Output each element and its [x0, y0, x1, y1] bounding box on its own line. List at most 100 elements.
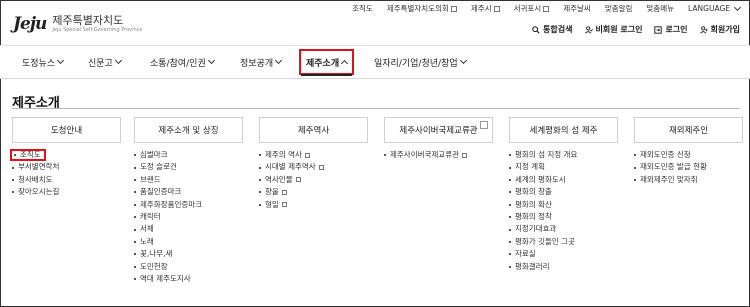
- submenu-link[interactable]: 제주의 역사: [259, 149, 368, 161]
- search-label: 통합검색: [543, 25, 573, 34]
- chevron-down-icon: [275, 56, 283, 65]
- top-link-label: 서귀포시: [513, 4, 542, 13]
- top-link[interactable]: 맞춤알림: [605, 3, 633, 14]
- submenu-link[interactable]: 지정기대효과: [509, 223, 618, 235]
- submenu-link[interactable]: 캐릭터: [134, 211, 243, 223]
- submenu-column-title[interactable]: 제주소개 및 상징: [134, 117, 243, 143]
- submenu-link[interactable]: 향울: [259, 186, 368, 198]
- submenu-link[interactable]: 평화의 창출: [509, 186, 618, 198]
- submenu-link[interactable]: 형일: [259, 199, 368, 211]
- submenu-link[interactable]: 조직도: [10, 149, 46, 162]
- submenu-link[interactable]: 평화갤러리: [509, 261, 618, 273]
- bullet-icon: [509, 166, 511, 169]
- logo-text: 제주특별자치도 Jeju Special Self-Governing Prov…: [52, 14, 142, 34]
- gnb-item-sinmungo[interactable]: 신문고: [88, 46, 122, 78]
- submenu-link[interactable]: 브랜드: [134, 174, 243, 186]
- submenu-link[interactable]: 자료실: [509, 248, 618, 260]
- submenu-column: 제주소개 및 상징심벌마크 도정 슬로건 브랜드 품질인증마크 제주화장품인증마크 캐릭터…: [134, 117, 243, 285]
- bullet-icon: [634, 166, 636, 169]
- submenu-link[interactable]: 평화의 확산: [509, 199, 618, 211]
- submenu-link[interactable]: 역대 제주도지사: [134, 273, 243, 285]
- chevron-down-icon: [207, 56, 215, 65]
- submenu-link[interactable]: 재외도민증 신청: [634, 149, 743, 161]
- bullet-icon: [134, 166, 136, 169]
- top-link-label: 제주날씨: [563, 4, 591, 13]
- gnb-item-info[interactable]: 정보공개: [240, 46, 283, 78]
- submenu-column-title[interactable]: 도청안내: [12, 117, 121, 143]
- bullet-icon: [509, 265, 511, 268]
- bullet-icon: [259, 166, 261, 169]
- bullet-icon: [12, 178, 14, 181]
- submenu-link[interactable]: 청사배치도: [12, 174, 121, 186]
- submenu-link[interactable]: 찾아오시는길: [12, 186, 121, 198]
- bullet-icon: [14, 154, 16, 157]
- submenu-column-title[interactable]: 제주역사: [259, 117, 368, 143]
- top-link[interactable]: 제주시: [471, 3, 500, 14]
- external-link-icon: [281, 202, 287, 208]
- submenu-link[interactable]: 재외도민증 발급 현황: [634, 161, 743, 173]
- site-logo[interactable]: Jeju 제주특별자치도 Jeju Special Self-Governing…: [13, 14, 143, 34]
- submenu-column-title[interactable]: 재외제주인: [634, 117, 743, 143]
- submenu-link[interactable]: 지정 계획: [509, 161, 618, 173]
- top-link[interactable]: LANGUAGE: [688, 3, 742, 14]
- top-link[interactable]: 맞춤메뉴: [646, 3, 674, 14]
- gnb-item-news[interactable]: 도정뉴스: [22, 46, 65, 78]
- top-link[interactable]: 제주날씨: [563, 3, 591, 14]
- external-link-icon: [462, 152, 467, 158]
- bullet-icon: [509, 240, 511, 243]
- submenu-link[interactable]: 재외제주인 맞자취: [634, 174, 743, 186]
- bullet-icon: [259, 191, 261, 194]
- join-button[interactable]: 회원가입: [699, 24, 740, 35]
- external-link-icon: [543, 5, 550, 12]
- submenu-link[interactable]: 시대별 제주역사: [259, 161, 368, 173]
- bullet-icon: [509, 253, 511, 256]
- submenu-link[interactable]: 평화가 깃들인 그곳: [509, 236, 618, 248]
- external-link-icon: [304, 152, 310, 158]
- new-window-icon: [480, 121, 488, 129]
- gnb-item-jobs[interactable]: 일자리/기업/청년/창업: [374, 46, 467, 78]
- bullet-icon: [134, 216, 136, 219]
- submenu-link[interactable]: 도민헌장: [134, 261, 243, 273]
- external-link-icon: [318, 165, 324, 171]
- logo-korean: 제주특별자치도: [52, 14, 124, 27]
- submenu-link[interactable]: 서체: [134, 223, 243, 235]
- gnb-item-jeju-intro[interactable]: 제주소개: [299, 49, 355, 76]
- bullet-icon: [12, 166, 14, 169]
- submenu-link[interactable]: 도정 슬로건: [134, 161, 243, 173]
- bullet-icon: [384, 154, 386, 157]
- submenu-link[interactable]: 제주화장품인증마크: [134, 199, 243, 211]
- submenu-column-title[interactable]: 세계평화의 섬 제주: [509, 117, 618, 143]
- bullet-icon: [509, 216, 511, 219]
- submenu-link[interactable]: 심벌마크: [134, 149, 243, 161]
- submenu-link[interactable]: 역사인물: [259, 174, 368, 186]
- bullet-icon: [134, 154, 136, 157]
- submenu-link[interactable]: 제주사이버국제교류관: [384, 149, 493, 161]
- gnb-item-participation[interactable]: 소통/참여/인권: [150, 46, 215, 78]
- bullet-icon: [134, 203, 136, 206]
- title-divider: [12, 108, 740, 109]
- submenu-column: 재외제주인재외도민증 신청 재외도민증 발급 현황 재외제주인 맞자취: [634, 117, 743, 186]
- submenu-link[interactable]: 꽃,나무,새: [134, 248, 243, 260]
- top-links-bar: 조직도 제주특별자치도의회 제주시 서귀포시 제주날씨 맞춤알림 맞춤메뉴 LANGUAGE: [0, 0, 750, 14]
- login-label: 로그인: [665, 25, 688, 34]
- top-link[interactable]: 제주특별자치도의회: [387, 3, 457, 14]
- submenu-column: 제주역사제주의 역사 시대별 제주역사 역사인물 향울 형일: [259, 117, 368, 211]
- submenu-link[interactable]: 세계의 평화도시: [509, 174, 618, 186]
- submenu-link[interactable]: 평화의 섬 지정 개요: [509, 149, 618, 161]
- external-link-icon: [450, 5, 457, 12]
- submenu-link[interactable]: 평화의 정착: [509, 211, 618, 223]
- top-link[interactable]: 서귀포시: [514, 3, 550, 14]
- bullet-icon: [259, 178, 261, 181]
- top-link[interactable]: 조직도: [352, 3, 373, 14]
- bullet-icon: [134, 240, 136, 243]
- submenu-link[interactable]: 노래: [134, 236, 243, 248]
- external-link-icon: [493, 5, 500, 12]
- main-navigation: 도정뉴스 신문고 소통/참여/인권 정보공개 제주소개 일자리/기업/청년/창업: [0, 45, 750, 79]
- search-button[interactable]: 통합검색: [532, 24, 573, 35]
- submenu-link[interactable]: 품질인증마크: [134, 186, 243, 198]
- external-link-icon: [281, 189, 287, 195]
- submenu-link[interactable]: 부서별연락처: [12, 161, 121, 173]
- login-button[interactable]: 로그인: [654, 24, 688, 35]
- guest-login-button[interactable]: 비회원 로그인: [584, 24, 642, 35]
- submenu-column-title[interactable]: 제주사이버국제교류관: [384, 117, 493, 143]
